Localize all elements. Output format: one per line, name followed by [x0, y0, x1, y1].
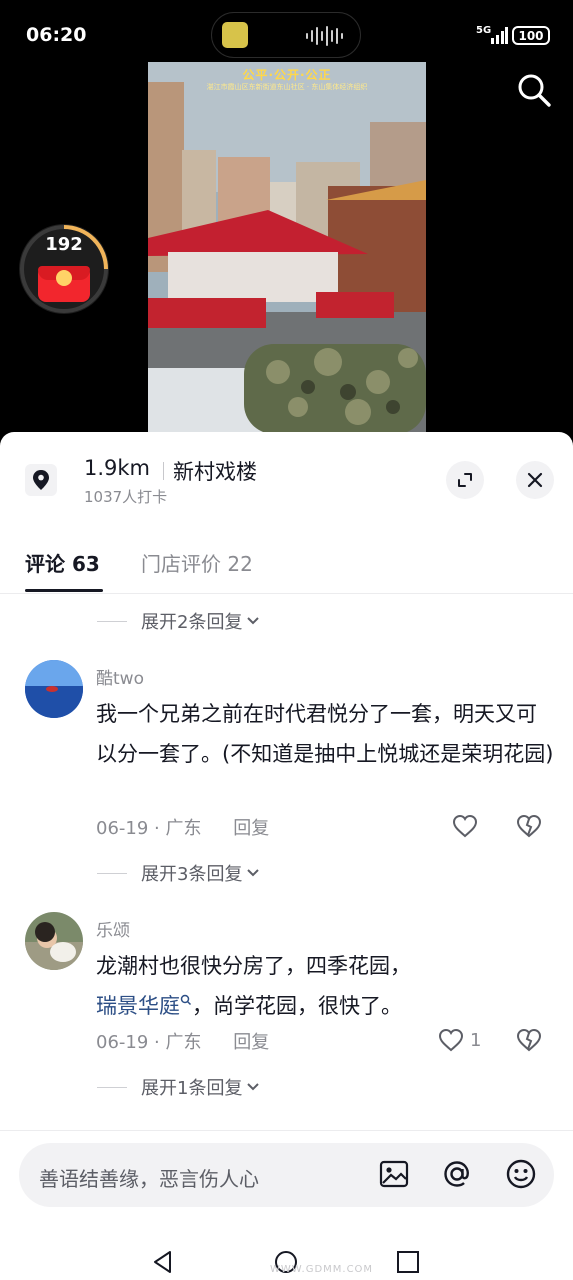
divider	[163, 462, 164, 480]
coin-count: 192	[45, 234, 83, 255]
search-link[interactable]: 瑞景华庭	[96, 994, 192, 1018]
tab-bar: 评论 63 门店评价 22	[0, 544, 573, 594]
emoji-icon[interactable]	[504, 1157, 538, 1191]
comment-text: 我一个兄弟之前在时代君悦分了一套，明天又可以分一套了。(不知道是抽中上悦城还是荣…	[96, 702, 554, 766]
comment-date: 06-19 · 广东	[96, 818, 202, 839]
comment-input-bar: 善语结善缘，恶言伤人心 WWW.GDMM.COM	[0, 1130, 573, 1280]
signal-icon	[491, 27, 508, 44]
comment-meta: 06-19 · 广东 回复	[96, 1028, 269, 1054]
red-packet-widget[interactable]: 192	[19, 224, 109, 314]
place-checkins: 1037人打卡	[84, 488, 168, 506]
video-player[interactable]: 公平·公开·公正 湛江市霞山区东新街道东山社区 · 东山集体经济组织	[148, 62, 426, 434]
place-distance: 1.9km	[84, 456, 151, 480]
like-button[interactable]: 1	[438, 1028, 481, 1052]
video-caption-subtitle: 湛江市霞山区东新街道东山社区 · 东山集体经济组织	[206, 83, 368, 91]
expand-icon	[458, 473, 472, 487]
tab-underline	[25, 589, 103, 592]
like-count: 1	[470, 1029, 482, 1051]
video-caption-title: 公平·公开·公正	[242, 68, 332, 82]
close-icon	[527, 472, 543, 488]
reply-button[interactable]: 回复	[233, 818, 269, 839]
tab-comments[interactable]: 评论 63	[25, 548, 100, 577]
comment-input[interactable]: 善语结善缘，恶言伤人心	[19, 1143, 554, 1207]
expand-replies-button[interactable]: 展开2条回复	[97, 608, 260, 634]
status-bar: 06:20 5G 100	[0, 0, 573, 62]
search-icon	[180, 994, 192, 1006]
comment-username[interactable]: 酷two	[96, 664, 144, 689]
video-area[interactable]: 公平·公开·公正 湛江市霞山区东新街道东山社区 · 东山集体经济组织 192	[0, 62, 573, 434]
comment-text-part: ，尚学花园，很快了。	[192, 994, 402, 1018]
broken-heart-icon[interactable]	[516, 1028, 542, 1052]
close-button[interactable]	[516, 461, 554, 499]
image-icon[interactable]	[377, 1157, 411, 1191]
back-icon[interactable]	[150, 1249, 176, 1275]
audio-wave-icon	[306, 26, 343, 46]
search-icon[interactable]	[514, 70, 554, 110]
comment-username[interactable]: 乐颂	[96, 916, 130, 941]
avatar[interactable]	[25, 912, 83, 970]
status-time: 06:20	[26, 24, 87, 46]
expand-replies-button[interactable]: 展开3条回复	[97, 860, 260, 886]
tab-store-reviews[interactable]: 门店评价 22	[141, 548, 253, 577]
reply-button[interactable]: 回复	[233, 1032, 269, 1053]
search-link-label: 瑞景华庭	[96, 994, 180, 1018]
battery-level: 100	[518, 28, 544, 43]
heart-icon	[452, 814, 478, 838]
place-name[interactable]: 新村戏楼	[173, 456, 257, 486]
expand-replies-label: 展开1条回复	[141, 1078, 243, 1099]
video-frame	[148, 62, 426, 434]
like-button[interactable]	[452, 814, 478, 838]
avatar[interactable]	[25, 660, 83, 718]
heart-icon	[438, 1028, 464, 1052]
comment-date: 06-19 · 广东	[96, 1032, 202, 1053]
input-placeholder: 善语结善缘，恶言伤人心	[39, 1167, 259, 1191]
comment-meta: 06-19 · 广东 回复	[96, 814, 269, 840]
expand-replies-button[interactable]: 展开1条回复	[97, 1074, 260, 1100]
island-app-icon	[222, 22, 248, 48]
red-envelope-icon	[38, 266, 90, 302]
expand-button[interactable]	[446, 461, 484, 499]
expand-replies-label: 展开3条回复	[141, 864, 243, 885]
chevron-down-icon	[247, 869, 260, 877]
location-pin-icon	[25, 464, 57, 496]
chevron-down-icon	[247, 617, 260, 625]
recents-icon[interactable]	[395, 1249, 421, 1275]
broken-heart-icon[interactable]	[516, 814, 542, 838]
comment-text: 龙潮村也很快分房了，四季花园， 瑞景华庭 ，尚学花园，很快了。	[96, 946, 556, 1026]
comment-text-part: 龙潮村也很快分房了，四季花园，	[96, 954, 411, 978]
watermark: WWW.GDMM.COM	[270, 1264, 374, 1275]
dynamic-island[interactable]	[211, 12, 361, 58]
at-mention-icon[interactable]	[440, 1157, 474, 1191]
chevron-down-icon	[247, 1083, 260, 1091]
battery-indicator: 100	[512, 26, 550, 45]
expand-replies-label: 展开2条回复	[141, 612, 243, 633]
network-label: 5G	[476, 25, 492, 36]
comments-sheet: 1.9km 新村戏楼 1037人打卡 评论 63 门店评价 22 展开2条回复	[0, 432, 573, 1280]
